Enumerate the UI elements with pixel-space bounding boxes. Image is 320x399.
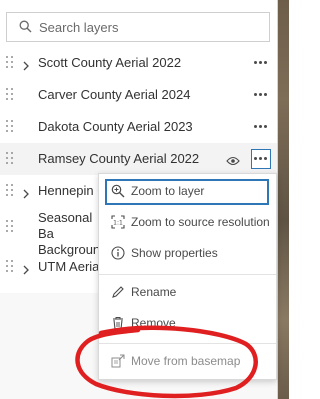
chevron-right-icon[interactable]	[22, 262, 30, 280]
layer-label: Ramsey County Aerial 2022	[38, 151, 200, 166]
menu-item-label: Rename	[131, 285, 177, 299]
more-options-button[interactable]	[251, 149, 271, 169]
svg-text:1:1: 1:1	[113, 220, 123, 227]
trash-icon	[111, 316, 125, 335]
map-view-edge	[278, 0, 289, 399]
chevron-right-icon[interactable]	[22, 58, 30, 76]
layer-row[interactable]: Scott County Aerial 2022	[0, 47, 277, 79]
move-from-basemap-icon	[111, 354, 125, 373]
pencil-icon	[111, 285, 125, 304]
menu-divider	[99, 274, 276, 275]
search-input[interactable]	[39, 17, 259, 37]
menu-item-label: Zoom to source resolution	[131, 215, 270, 229]
drag-handle-icon[interactable]	[6, 88, 14, 102]
search-icon	[19, 20, 32, 38]
layer-label: Carver County Aerial 2024	[38, 87, 191, 102]
drag-handle-icon[interactable]	[6, 260, 14, 274]
more-options-button[interactable]	[251, 117, 271, 137]
menu-item-label: Move from basemap	[131, 354, 241, 368]
more-options-button[interactable]	[251, 53, 271, 73]
layer-context-menu: Zoom to layer 1:1 Zoom to source resolut…	[98, 173, 277, 380]
drag-handle-icon[interactable]	[6, 120, 14, 134]
menu-item-zoom-to-source-resolution[interactable]: 1:1 Zoom to source resolution	[105, 210, 270, 236]
source-resolution-icon: 1:1	[111, 215, 125, 234]
menu-item-rename[interactable]: Rename	[105, 280, 269, 306]
menu-item-move-from-basemap[interactable]: Move from basemap	[105, 349, 269, 375]
menu-item-zoom-to-layer[interactable]: Zoom to layer	[105, 179, 269, 205]
search-box[interactable]	[6, 12, 270, 42]
menu-item-remove[interactable]: Remove	[105, 311, 269, 337]
more-options-button[interactable]	[251, 85, 271, 105]
layer-row[interactable]: Carver County Aerial 2024	[0, 79, 277, 111]
menu-item-show-properties[interactable]: Show properties	[105, 241, 269, 267]
layer-label: Scott County Aerial 2022	[38, 55, 182, 70]
zoom-to-layer-icon	[111, 184, 125, 203]
menu-item-label: Show properties	[131, 246, 218, 260]
drag-handle-icon[interactable]	[6, 184, 14, 198]
chevron-right-icon[interactable]	[22, 186, 30, 204]
drag-handle-icon[interactable]	[6, 152, 14, 166]
menu-item-label: Zoom to layer	[131, 184, 205, 198]
layer-row[interactable]: Dakota County Aerial 2023	[0, 111, 277, 143]
layer-label: Dakota County Aerial 2023	[38, 119, 193, 134]
visibility-eye-icon[interactable]	[226, 153, 240, 171]
drag-handle-icon[interactable]	[6, 220, 14, 234]
info-icon	[111, 246, 125, 265]
menu-divider	[99, 343, 276, 344]
menu-item-label: Remove	[131, 316, 176, 330]
drag-handle-icon[interactable]	[6, 56, 14, 70]
layer-row-selected[interactable]: Ramsey County Aerial 2022	[0, 143, 277, 175]
